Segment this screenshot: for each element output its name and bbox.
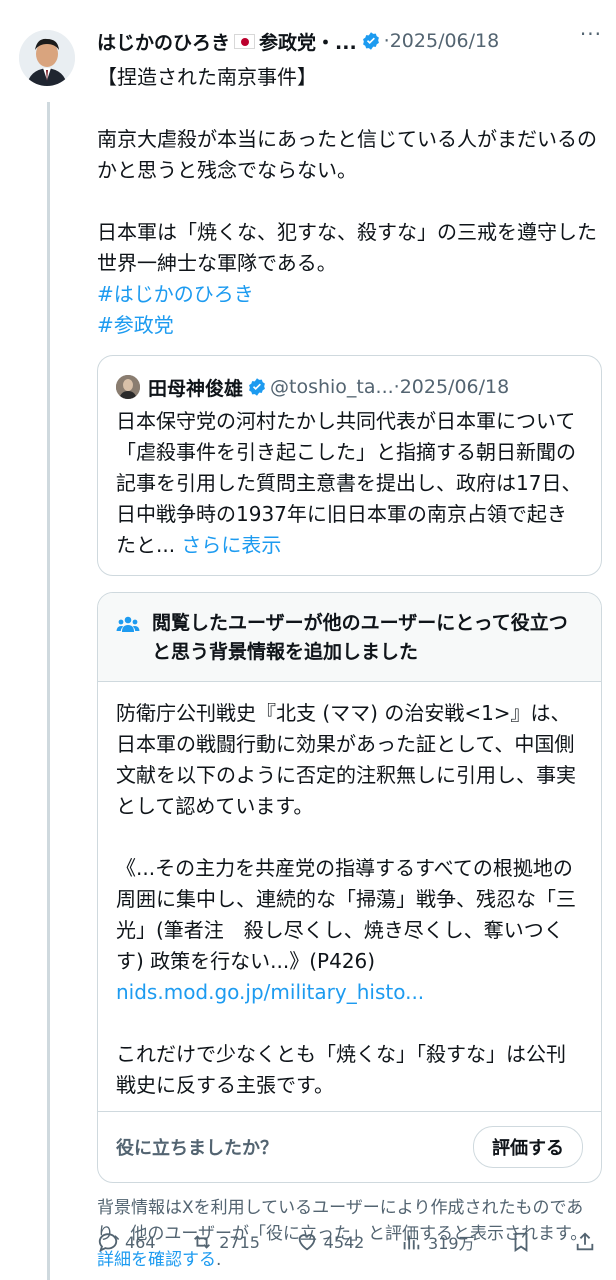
post-date[interactable]: 2025/06/18 — [390, 30, 500, 52]
reply-button[interactable]: 464 — [97, 1231, 156, 1253]
quote-handle: @toshio_ta... — [270, 376, 394, 398]
post-text: 【捏造された南京事件】 南京大虐殺が本当にあったと信じている人がまだいるのかと思… — [97, 62, 602, 341]
community-note-footer: 役に立ちましたか？ 評価する — [98, 1111, 601, 1182]
quote-date: 2025/06/18 — [399, 376, 510, 398]
note-paragraph-3: これだけで少なくとも「焼くな」「殺すな」は公刊戦史に反する主張です。 — [116, 1042, 566, 1097]
users-icon — [116, 612, 140, 636]
thread-line — [47, 102, 50, 1280]
post-paragraph-2: 日本軍は「焼くな、犯すな、殺すな」の三戒を遵守した世界一紳士な軍隊である。 — [97, 220, 597, 275]
views-icon — [403, 1235, 420, 1250]
repost-count: 2715 — [219, 1232, 260, 1252]
post-headline: 【捏造された南京事件】 — [97, 65, 317, 89]
note-source-link[interactable]: nids.mod.go.jp/military_histo... — [116, 980, 424, 1004]
repost-icon — [194, 1235, 211, 1249]
post-content: はじかのひろき 参政党・... · 2025/06/18 ··· 【捏造された南… — [97, 22, 602, 1273]
post-paragraph-1: 南京大虐殺が本当にあったと信じている人がまだいるのかと思うと残念でならない。 — [97, 127, 597, 182]
japan-flag-icon — [234, 33, 256, 49]
helpful-question: 役に立ちましたか？ — [116, 1138, 278, 1159]
action-bar: 464 2715 4542 319万 — [97, 1230, 602, 1254]
hashtag-link[interactable]: #はじかのひろき — [97, 279, 602, 310]
reply-count: 464 — [125, 1232, 156, 1252]
show-more-link[interactable]: さらに表示 — [175, 533, 281, 557]
reply-icon — [98, 1233, 118, 1252]
author-name[interactable]: はじかのひろき — [97, 28, 230, 55]
bookmark-button[interactable] — [510, 1231, 538, 1253]
community-note-header: 閲覧したユーザーが他のユーザーにとって役立つと思う背景情報を追加しました — [98, 593, 601, 682]
share-button[interactable] — [574, 1231, 602, 1253]
quote-text: 日本保守党の河村たかし共同代表が日本軍について「虐殺事件を引き起こした」と指摘す… — [116, 406, 583, 561]
like-count: 4542 — [323, 1232, 365, 1252]
share-icon — [576, 1232, 594, 1251]
note-paragraph-2: 《...その主力を共産党の指導するすべての根拠地の周囲に集中し、連続的な「掃蕩」… — [116, 856, 576, 973]
quote-header: 田母神俊雄 @toshio_ta... · 2025/06/18 — [116, 372, 583, 402]
post-header: はじかのひろき 参政党・... · 2025/06/18 — [97, 22, 602, 60]
community-note: 閲覧したユーザーが他のユーザーにとって役立つと思う背景情報を追加しました 防衛庁… — [97, 592, 602, 1183]
author-name-suffix[interactable]: 参政党・... — [259, 28, 357, 55]
note-paragraph-1: 防衛庁公刊戦史『北支 (ママ) の治安戦<1>』は、日本軍の戦闘行動に効果があっ… — [116, 701, 576, 818]
more-options-icon[interactable]: ··· — [580, 22, 602, 46]
community-note-title: 閲覧したユーザーが他のユーザーにとって役立つと思う背景情報を追加しました — [152, 612, 568, 663]
verified-badge-icon — [361, 31, 381, 51]
views-button[interactable]: 319万 — [400, 1230, 475, 1254]
like-button[interactable]: 4542 — [296, 1231, 365, 1253]
verified-badge-icon — [247, 377, 267, 397]
rate-button[interactable]: 評価する — [473, 1126, 583, 1168]
views-count: 319万 — [428, 1234, 475, 1253]
quote-author-name: 田母神俊雄 — [148, 377, 244, 400]
quoted-post[interactable]: 田母神俊雄 @toshio_ta... · 2025/06/18 日本保守党の河… — [97, 355, 602, 576]
bookmark-icon — [514, 1232, 528, 1252]
community-note-body: 防衛庁公刊戦史『北支 (ママ) の治安戦<1>』は、日本軍の戦闘行動に効果があっ… — [98, 682, 601, 1111]
repost-button[interactable]: 2715 — [191, 1231, 260, 1253]
hashtag-link[interactable]: #参政党 — [97, 310, 602, 341]
author-avatar[interactable] — [19, 30, 75, 86]
quote-author-avatar — [116, 375, 140, 399]
heart-icon — [298, 1234, 315, 1251]
